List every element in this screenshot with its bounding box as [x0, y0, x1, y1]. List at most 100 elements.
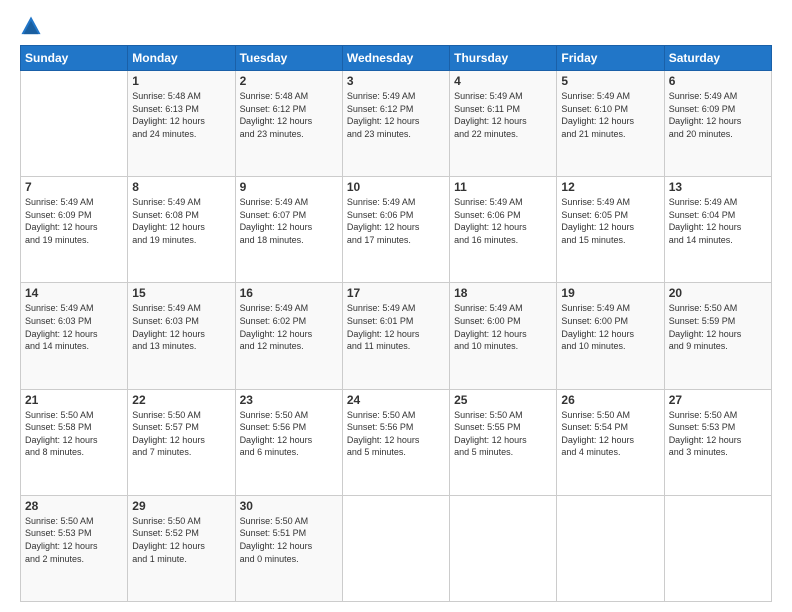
day-info: Sunrise: 5:49 AM Sunset: 6:05 PM Dayligh…: [561, 196, 659, 246]
day-number: 22: [132, 393, 230, 407]
calendar-day: 1Sunrise: 5:48 AM Sunset: 6:13 PM Daylig…: [128, 71, 235, 177]
day-info: Sunrise: 5:50 AM Sunset: 5:59 PM Dayligh…: [669, 302, 767, 352]
calendar-day: 13 Sunrise: 5:49 AM Sunset: 6:04 PM Dayli…: [664, 177, 771, 283]
day-info: Sunrise: 5:50 AM Sunset: 5:56 PM Dayligh…: [240, 409, 338, 459]
day-number: 26: [561, 393, 659, 407]
calendar-day: 17 Sunrise: 5:49 AM Sunset: 6:01 PM Dayli…: [342, 283, 449, 389]
day-number: 20: [669, 286, 767, 300]
day-number: 17: [347, 286, 445, 300]
day-info: Sunrise: 5:49 AM Sunset: 6:12 PM Dayligh…: [347, 90, 445, 140]
header-day: Sunday: [21, 46, 128, 71]
day-number: 4: [454, 74, 552, 88]
calendar-day: 5 Sunrise: 5:49 AM Sunset: 6:10 PM Daylig…: [557, 71, 664, 177]
day-info: Sunrise: 5:50 AM Sunset: 5:53 PM Dayligh…: [25, 515, 123, 565]
calendar-day: 16 Sunrise: 5:49 AM Sunset: 6:02 PM Dayli…: [235, 283, 342, 389]
calendar-day: 26 Sunrise: 5:50 AM Sunset: 5:54 PM Dayli…: [557, 389, 664, 495]
day-info: Sunrise: 5:49 AM Sunset: 6:00 PM Dayligh…: [454, 302, 552, 352]
logo: [20, 15, 44, 37]
day-info: Sunrise: 5:50 AM Sunset: 5:51 PM Dayligh…: [240, 515, 338, 565]
header-day: Monday: [128, 46, 235, 71]
day-info: Sunrise: 5:49 AM Sunset: 6:10 PM Dayligh…: [561, 90, 659, 140]
calendar-day: 22 Sunrise: 5:50 AM Sunset: 5:57 PM Dayli…: [128, 389, 235, 495]
calendar-day: 10 Sunrise: 5:49 AM Sunset: 6:06 PM Dayli…: [342, 177, 449, 283]
page: SundayMondayTuesdayWednesdayThursdayFrid…: [0, 0, 792, 612]
day-info: Sunrise: 5:49 AM Sunset: 6:07 PM Dayligh…: [240, 196, 338, 246]
day-info: Sunrise: 5:50 AM Sunset: 5:54 PM Dayligh…: [561, 409, 659, 459]
day-info: Sunrise: 5:48 AM Sunset: 6:13 PM Dayligh…: [132, 90, 230, 140]
calendar-day: [21, 71, 128, 177]
calendar-week: 7Sunrise: 5:49 AM Sunset: 6:09 PM Daylig…: [21, 177, 772, 283]
header-day: Friday: [557, 46, 664, 71]
calendar-day: 9Sunrise: 5:49 AM Sunset: 6:07 PM Daylig…: [235, 177, 342, 283]
day-number: 24: [347, 393, 445, 407]
calendar-day: 23 Sunrise: 5:50 AM Sunset: 5:56 PM Dayli…: [235, 389, 342, 495]
day-number: 28: [25, 499, 123, 513]
calendar-day: 6 Sunrise: 5:49 AM Sunset: 6:09 PM Daylig…: [664, 71, 771, 177]
calendar-day: 19Sunrise: 5:49 AM Sunset: 6:00 PM Dayli…: [557, 283, 664, 389]
header: [20, 15, 772, 37]
day-info: Sunrise: 5:48 AM Sunset: 6:12 PM Dayligh…: [240, 90, 338, 140]
calendar-day: 20 Sunrise: 5:50 AM Sunset: 5:59 PM Dayli…: [664, 283, 771, 389]
day-number: 25: [454, 393, 552, 407]
calendar-header: SundayMondayTuesdayWednesdayThursdayFrid…: [21, 46, 772, 71]
calendar-day: 18 Sunrise: 5:49 AM Sunset: 6:00 PM Dayli…: [450, 283, 557, 389]
calendar-day: 3 Sunrise: 5:49 AM Sunset: 6:12 PM Daylig…: [342, 71, 449, 177]
day-info: Sunrise: 5:49 AM Sunset: 6:04 PM Dayligh…: [669, 196, 767, 246]
day-info: Sunrise: 5:50 AM Sunset: 5:58 PM Dayligh…: [25, 409, 123, 459]
calendar-day: 14 Sunrise: 5:49 AM Sunset: 6:03 PM Dayli…: [21, 283, 128, 389]
day-number: 16: [240, 286, 338, 300]
calendar-day: 30 Sunrise: 5:50 AM Sunset: 5:51 PM Dayli…: [235, 495, 342, 601]
calendar-day: 15 Sunrise: 5:49 AM Sunset: 6:03 PM Dayli…: [128, 283, 235, 389]
header-day: Saturday: [664, 46, 771, 71]
logo-icon: [20, 15, 42, 37]
calendar-day: 27 Sunrise: 5:50 AM Sunset: 5:53 PM Dayli…: [664, 389, 771, 495]
calendar-week: 28 Sunrise: 5:50 AM Sunset: 5:53 PM Dayli…: [21, 495, 772, 601]
calendar-week: 21 Sunrise: 5:50 AM Sunset: 5:58 PM Dayli…: [21, 389, 772, 495]
day-number: 19: [561, 286, 659, 300]
day-number: 6: [669, 74, 767, 88]
day-number: 10: [347, 180, 445, 194]
day-info: Sunrise: 5:50 AM Sunset: 5:53 PM Dayligh…: [669, 409, 767, 459]
day-number: 14: [25, 286, 123, 300]
calendar-day: 28 Sunrise: 5:50 AM Sunset: 5:53 PM Dayli…: [21, 495, 128, 601]
day-info: Sunrise: 5:49 AM Sunset: 6:11 PM Dayligh…: [454, 90, 552, 140]
calendar-day: [342, 495, 449, 601]
day-number: 23: [240, 393, 338, 407]
day-number: 27: [669, 393, 767, 407]
day-number: 2: [240, 74, 338, 88]
day-info: Sunrise: 5:50 AM Sunset: 5:55 PM Dayligh…: [454, 409, 552, 459]
day-number: 18: [454, 286, 552, 300]
calendar-week: 1Sunrise: 5:48 AM Sunset: 6:13 PM Daylig…: [21, 71, 772, 177]
calendar-day: [557, 495, 664, 601]
calendar-day: 11Sunrise: 5:49 AM Sunset: 6:06 PM Dayli…: [450, 177, 557, 283]
day-info: Sunrise: 5:49 AM Sunset: 6:08 PM Dayligh…: [132, 196, 230, 246]
day-info: Sunrise: 5:49 AM Sunset: 6:01 PM Dayligh…: [347, 302, 445, 352]
day-number: 5: [561, 74, 659, 88]
day-number: 30: [240, 499, 338, 513]
calendar-day: 29Sunrise: 5:50 AM Sunset: 5:52 PM Dayli…: [128, 495, 235, 601]
day-number: 8: [132, 180, 230, 194]
day-number: 3: [347, 74, 445, 88]
header-day: Wednesday: [342, 46, 449, 71]
day-info: Sunrise: 5:49 AM Sunset: 6:03 PM Dayligh…: [132, 302, 230, 352]
day-info: Sunrise: 5:50 AM Sunset: 5:52 PM Dayligh…: [132, 515, 230, 565]
calendar-week: 14 Sunrise: 5:49 AM Sunset: 6:03 PM Dayli…: [21, 283, 772, 389]
header-day: Thursday: [450, 46, 557, 71]
calendar-day: 2 Sunrise: 5:48 AM Sunset: 6:12 PM Daylig…: [235, 71, 342, 177]
calendar-day: 21 Sunrise: 5:50 AM Sunset: 5:58 PM Dayli…: [21, 389, 128, 495]
calendar-day: 8 Sunrise: 5:49 AM Sunset: 6:08 PM Daylig…: [128, 177, 235, 283]
header-row: SundayMondayTuesdayWednesdayThursdayFrid…: [21, 46, 772, 71]
day-info: Sunrise: 5:49 AM Sunset: 6:06 PM Dayligh…: [347, 196, 445, 246]
day-number: 12: [561, 180, 659, 194]
day-number: 15: [132, 286, 230, 300]
day-number: 21: [25, 393, 123, 407]
calendar-table: SundayMondayTuesdayWednesdayThursdayFrid…: [20, 45, 772, 602]
calendar-day: 7Sunrise: 5:49 AM Sunset: 6:09 PM Daylig…: [21, 177, 128, 283]
day-info: Sunrise: 5:49 AM Sunset: 6:09 PM Dayligh…: [669, 90, 767, 140]
day-number: 13: [669, 180, 767, 194]
day-info: Sunrise: 5:50 AM Sunset: 5:57 PM Dayligh…: [132, 409, 230, 459]
day-info: Sunrise: 5:49 AM Sunset: 6:03 PM Dayligh…: [25, 302, 123, 352]
calendar-body: 1Sunrise: 5:48 AM Sunset: 6:13 PM Daylig…: [21, 71, 772, 602]
calendar-day: [450, 495, 557, 601]
day-info: Sunrise: 5:49 AM Sunset: 6:02 PM Dayligh…: [240, 302, 338, 352]
